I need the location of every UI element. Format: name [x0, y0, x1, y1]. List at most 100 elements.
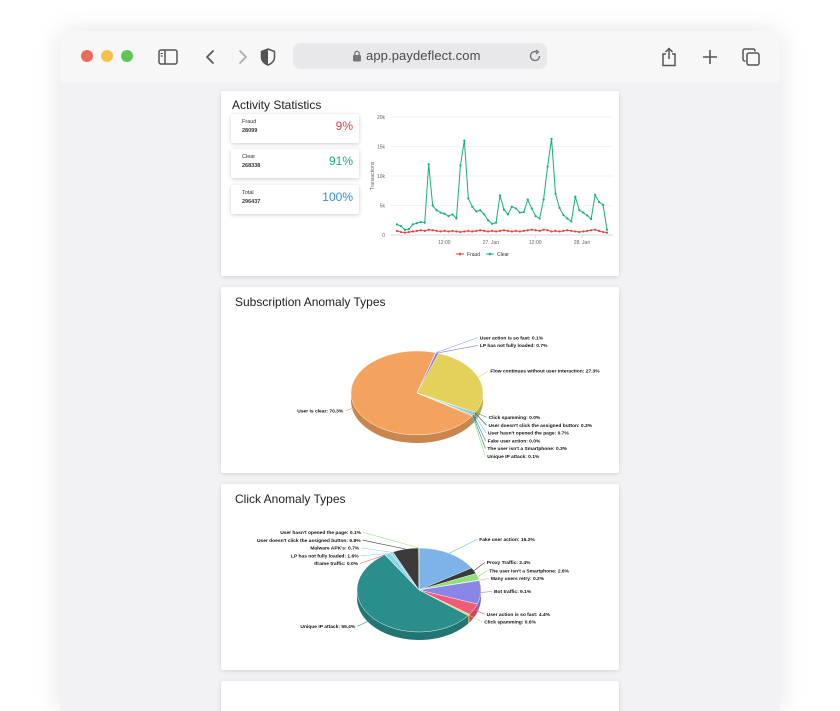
- pie-data-label: Fake user action: 0.0%: [488, 438, 541, 444]
- data-point-fraud: [574, 230, 576, 232]
- pie-data-label: Bot traffic: 9.1%: [494, 589, 532, 595]
- data-point-fraud: [475, 230, 477, 232]
- data-point-clear: [467, 197, 469, 199]
- stat-percent: 91%: [329, 154, 353, 168]
- reload-icon[interactable]: [528, 49, 542, 63]
- stat-count: 28099: [242, 128, 257, 134]
- data-point-clear: [412, 223, 414, 225]
- data-point-fraud: [582, 230, 584, 232]
- pie-data-label: Flow continues without user interaction:…: [490, 368, 600, 374]
- browser-window: app.paydeflect.com Activity Statistics F…: [60, 31, 780, 711]
- sidebar-icon[interactable]: [156, 45, 180, 69]
- minimize-window-button[interactable]: [101, 50, 113, 62]
- pie-data-label: LP has not fully loaded: 1.6%: [291, 553, 359, 559]
- x-tick-label: 27. Jan: [483, 240, 500, 246]
- data-point-fraud: [507, 230, 509, 232]
- click-anomaly-card: Click Anomaly Types User hasn't opened t…: [221, 484, 619, 670]
- pie-data-label: User action is so fast: 0.1%: [480, 335, 544, 341]
- pie-data-label: User hasn't opened the page: 0.7%: [488, 431, 569, 437]
- stat-card-total: Total 296437 100%: [231, 185, 359, 214]
- click-anomaly-pie-chart: User hasn't opened the page: 0.1%User do…: [221, 508, 619, 668]
- data-point-fraud: [483, 230, 485, 232]
- legend-label-fraud: Fraud: [467, 252, 480, 258]
- activity-statistics-title: Activity Statistics: [232, 98, 321, 112]
- data-point-clear: [507, 213, 509, 215]
- forward-icon[interactable]: [231, 45, 255, 69]
- pie-leader-line: [478, 571, 487, 577]
- data-point-clear: [451, 213, 453, 215]
- data-point-clear: [424, 222, 426, 224]
- pie-data-label: The user isn't a Smartphone: 0.3%: [487, 446, 567, 452]
- back-icon[interactable]: [198, 45, 222, 69]
- data-point-clear: [459, 164, 461, 166]
- page-content: Activity Statistics Fraud 28099 9% Clear…: [60, 83, 780, 711]
- close-window-button[interactable]: [81, 50, 93, 62]
- pie-leader-line: [449, 539, 477, 553]
- data-point-clear: [432, 204, 434, 206]
- data-point-fraud: [558, 230, 560, 232]
- data-point-fraud: [432, 229, 434, 231]
- click-anomaly-title: Click Anomaly Types: [235, 492, 346, 506]
- data-point-clear: [455, 217, 457, 219]
- subscription-anomaly-title: Subscription Anomaly Types: [235, 295, 386, 309]
- data-point-clear: [416, 222, 418, 224]
- data-point-fraud: [531, 229, 533, 231]
- tabs-overview-icon[interactable]: [739, 45, 763, 69]
- pie-data-label: The user isn't a Smartphone: 2.6%: [489, 568, 569, 574]
- data-point-fraud: [443, 230, 445, 232]
- activity-statistics-card: Activity Statistics Fraud 28099 9% Clear…: [221, 91, 619, 276]
- pie-leader-line: [479, 578, 489, 580]
- data-point-fraud: [499, 230, 501, 232]
- data-point-clear: [483, 213, 485, 215]
- new-tab-icon[interactable]: [698, 45, 722, 69]
- maximize-window-button[interactable]: [121, 50, 133, 62]
- address-bar[interactable]: app.paydeflect.com: [293, 43, 547, 69]
- shield-icon[interactable]: [256, 45, 280, 69]
- data-point-clear: [408, 228, 410, 230]
- pie-leader-line: [473, 415, 485, 441]
- pie-data-label: Fake user action: 16.2%: [479, 537, 535, 543]
- pie-data-label: User action is so fast: 4.4%: [487, 612, 551, 618]
- data-point-fraud: [467, 230, 469, 232]
- data-point-fraud: [606, 232, 608, 234]
- data-point-clear: [546, 165, 548, 167]
- series-line-clear: [397, 139, 607, 230]
- data-point-clear: [428, 163, 430, 165]
- data-point-clear: [602, 204, 604, 206]
- pie-data-label: Iframe traffic: 0.0%: [314, 561, 358, 567]
- share-icon[interactable]: [657, 45, 681, 69]
- data-point-fraud: [400, 231, 402, 233]
- pie-leader-line: [363, 532, 419, 548]
- legend-label-clear: Clear: [497, 252, 509, 258]
- data-point-fraud: [408, 231, 410, 233]
- lock-icon: [352, 50, 362, 62]
- data-point-clear: [570, 220, 572, 222]
- data-point-fraud: [455, 230, 457, 232]
- data-point-fraud: [428, 229, 430, 231]
- y-tick-label: 20k: [377, 115, 386, 121]
- data-point-clear: [515, 207, 517, 209]
- data-point-fraud: [543, 229, 545, 231]
- y-tick-label: 0: [382, 233, 385, 239]
- stat-card-clear: Clear 268338 91%: [231, 149, 359, 178]
- pie-data-label: LP has not fully loaded: 0.7%: [480, 343, 548, 349]
- data-point-clear: [550, 138, 552, 140]
- data-point-fraud: [586, 230, 588, 232]
- data-point-fraud: [566, 229, 568, 231]
- data-point-clear: [463, 140, 465, 142]
- transactions-line-chart: 05k10k15k20kTransactions12:0027. Jan12:0…: [361, 107, 617, 267]
- data-point-clear: [499, 194, 501, 196]
- data-point-fraud: [539, 230, 541, 232]
- data-point-fraud: [523, 230, 525, 232]
- data-point-clear: [554, 193, 556, 195]
- data-point-clear: [439, 211, 441, 213]
- browser-toolbar: app.paydeflect.com: [60, 31, 780, 83]
- data-point-clear: [511, 206, 513, 208]
- data-point-fraud: [447, 230, 449, 232]
- data-point-clear: [479, 209, 481, 211]
- data-point-fraud: [550, 230, 552, 232]
- pie-leader-line: [478, 371, 488, 378]
- pie-leader-line: [437, 345, 478, 353]
- data-point-fraud: [562, 230, 564, 232]
- pie-leader-line: [363, 540, 406, 549]
